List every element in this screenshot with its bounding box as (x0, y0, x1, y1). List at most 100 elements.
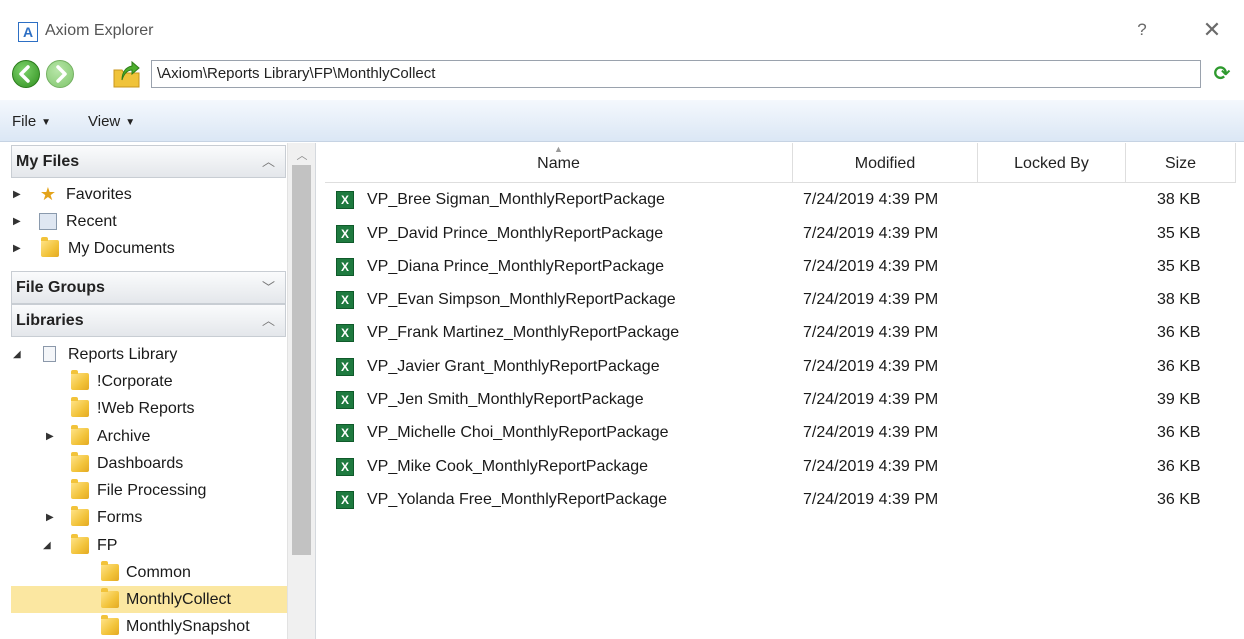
close-button[interactable]: ✕ (1200, 18, 1224, 42)
folder-icon (101, 615, 119, 635)
tree-item-favorites[interactable]: ▶ ★ Favorites (11, 181, 287, 208)
forward-button[interactable] (46, 60, 74, 88)
recent-icon (39, 213, 57, 230)
tree-item-recent[interactable]: ▶ Recent (11, 208, 287, 235)
file-groups-header[interactable]: File Groups ﹀ (11, 271, 286, 304)
file-size: 36 KB (1157, 458, 1201, 475)
tree-item-label: Archive (97, 428, 151, 445)
sort-ascending-icon: ▲ (554, 144, 563, 154)
expand-arrow-icon: ▶ (46, 512, 54, 523)
star-icon: ★ (39, 184, 57, 204)
table-row[interactable]: X VP_Bree Sigman_MonthlyReportPackage 7/… (325, 183, 1244, 217)
collapse-arrow-icon: ◢ (43, 540, 51, 551)
folder-icon (41, 237, 59, 257)
refresh-button[interactable]: ⟳ (1211, 62, 1233, 86)
menu-view[interactable]: View ▼ (88, 113, 135, 130)
file-name: VP_Yolanda Free_MonthlyReportPackage (367, 491, 668, 508)
tree-item-label: Common (126, 564, 191, 581)
tree-item-monthlysnapshot[interactable]: MonthlySnapshot (11, 613, 287, 639)
file-size: 38 KB (1157, 191, 1201, 208)
file-modified: 7/24/2019 4:39 PM (803, 324, 939, 341)
file-size: 38 KB (1157, 291, 1201, 308)
tree-item-fp[interactable]: ◢ FP (11, 532, 287, 559)
forward-arrow-icon (56, 65, 67, 83)
table-row[interactable]: X VP_Evan Simpson_MonthlyReportPackage 7… (325, 283, 1244, 317)
file-size: 39 KB (1157, 391, 1201, 408)
tree-item-archive[interactable]: ▶ Archive (11, 423, 287, 450)
column-header-locked-by[interactable]: Locked By (978, 143, 1126, 183)
excel-file-icon: X (336, 358, 354, 376)
table-row[interactable]: X VP_Jen Smith_MonthlyReportPackage 7/24… (325, 383, 1244, 417)
section-title: Libraries (16, 312, 84, 329)
excel-file-icon: X (336, 291, 354, 309)
table-row[interactable]: X VP_Javier Grant_MonthlyReportPackage 7… (325, 350, 1244, 384)
table-row[interactable]: X VP_Yolanda Free_MonthlyReportPackage 7… (325, 483, 1244, 517)
tree-item-file-processing[interactable]: File Processing (11, 477, 287, 504)
file-name: VP_Evan Simpson_MonthlyReportPackage (367, 291, 676, 308)
file-name: VP_Mike Cook_MonthlyReportPackage (367, 458, 649, 475)
navigation-scrollbar[interactable]: ︿ (287, 143, 315, 639)
tree-item-label: My Documents (68, 240, 175, 257)
expand-arrow-icon: ▶ (13, 216, 21, 227)
tree-item-label: Recent (66, 213, 117, 230)
file-modified: 7/24/2019 4:39 PM (803, 491, 939, 508)
folder-icon (71, 452, 89, 472)
column-header-modified[interactable]: Modified (793, 143, 978, 183)
tree-item-label: Reports Library (68, 346, 178, 363)
menu-file[interactable]: File ▼ (12, 113, 51, 130)
menu-file-label: File (12, 113, 37, 130)
file-modified: 7/24/2019 4:39 PM (803, 258, 939, 275)
scroll-up-icon[interactable]: ︿ (288, 147, 316, 163)
table-row[interactable]: X VP_Frank Martinez_MonthlyReportPackage… (325, 316, 1244, 350)
libraries-header[interactable]: Libraries ︿ (11, 304, 286, 337)
table-row[interactable]: X VP_David Prince_MonthlyReportPackage 7… (325, 217, 1244, 251)
section-title: My Files (16, 153, 80, 170)
my-files-header[interactable]: My Files ︿ (11, 145, 286, 178)
file-size: 35 KB (1157, 225, 1201, 242)
file-name: VP_Jen Smith_MonthlyReportPackage (367, 391, 644, 408)
table-row[interactable]: X VP_Diana Prince_MonthlyReportPackage 7… (325, 250, 1244, 284)
chevron-up-icon: ︿ (261, 313, 275, 328)
help-button[interactable]: ? (1130, 18, 1154, 42)
tree-item-forms[interactable]: ▶ Forms (11, 504, 287, 531)
menu-bar: File ▼ View ▼ (0, 100, 1244, 142)
folder-icon (71, 425, 89, 445)
file-modified: 7/24/2019 4:39 PM (803, 424, 939, 441)
file-size: 36 KB (1157, 491, 1201, 508)
back-button[interactable] (12, 60, 40, 88)
tree-item-corporate[interactable]: !Corporate (11, 368, 287, 395)
column-header-size[interactable]: Size (1126, 143, 1236, 183)
column-header-label: Modified (854, 155, 916, 172)
file-name: VP_Michelle Choi_MonthlyReportPackage (367, 424, 669, 441)
tree-item-label: File Processing (97, 482, 207, 499)
tree-item-label: Favorites (66, 186, 132, 203)
table-row[interactable]: X VP_Mike Cook_MonthlyReportPackage 7/24… (325, 450, 1244, 484)
navigation-pane: My Files ︿ ▶ ★ Favorites ▶ Recent ▶ My D… (11, 143, 316, 639)
folder-icon (101, 588, 119, 608)
excel-file-icon: X (336, 191, 354, 209)
excel-file-icon: X (336, 225, 354, 243)
excel-file-icon: X (336, 391, 354, 409)
table-row[interactable]: X VP_Michelle Choi_MonthlyReportPackage … (325, 416, 1244, 450)
scrollbar-thumb[interactable] (292, 165, 311, 555)
folder-up-icon (113, 60, 140, 88)
tree-item-dashboards[interactable]: Dashboards (11, 450, 287, 477)
file-name: VP_Frank Martinez_MonthlyReportPackage (367, 324, 680, 341)
tree-item-web-reports[interactable]: !Web Reports (11, 395, 287, 422)
tree-item-label: !Corporate (97, 373, 173, 390)
folder-icon (71, 506, 89, 526)
tree-item-reports-library[interactable]: ◢ Reports Library (11, 341, 287, 368)
tree-item-my-documents[interactable]: ▶ My Documents (11, 235, 287, 262)
folder-icon (71, 534, 89, 554)
up-folder-button[interactable] (112, 58, 142, 90)
axiom-logo-icon: A (18, 22, 38, 42)
excel-file-icon: X (336, 424, 354, 442)
tree-item-common[interactable]: Common (11, 559, 287, 586)
tree-item-label: Dashboards (97, 455, 184, 472)
column-header-name[interactable]: ▲ Name (325, 143, 793, 183)
file-modified: 7/24/2019 4:39 PM (803, 225, 939, 242)
collapse-arrow-icon: ◢ (13, 349, 21, 360)
column-header-label: Name (537, 155, 580, 172)
path-input[interactable]: \Axiom\Reports Library\FP\MonthlyCollect (151, 60, 1201, 88)
tree-item-monthlycollect[interactable]: MonthlyCollect (11, 586, 287, 613)
